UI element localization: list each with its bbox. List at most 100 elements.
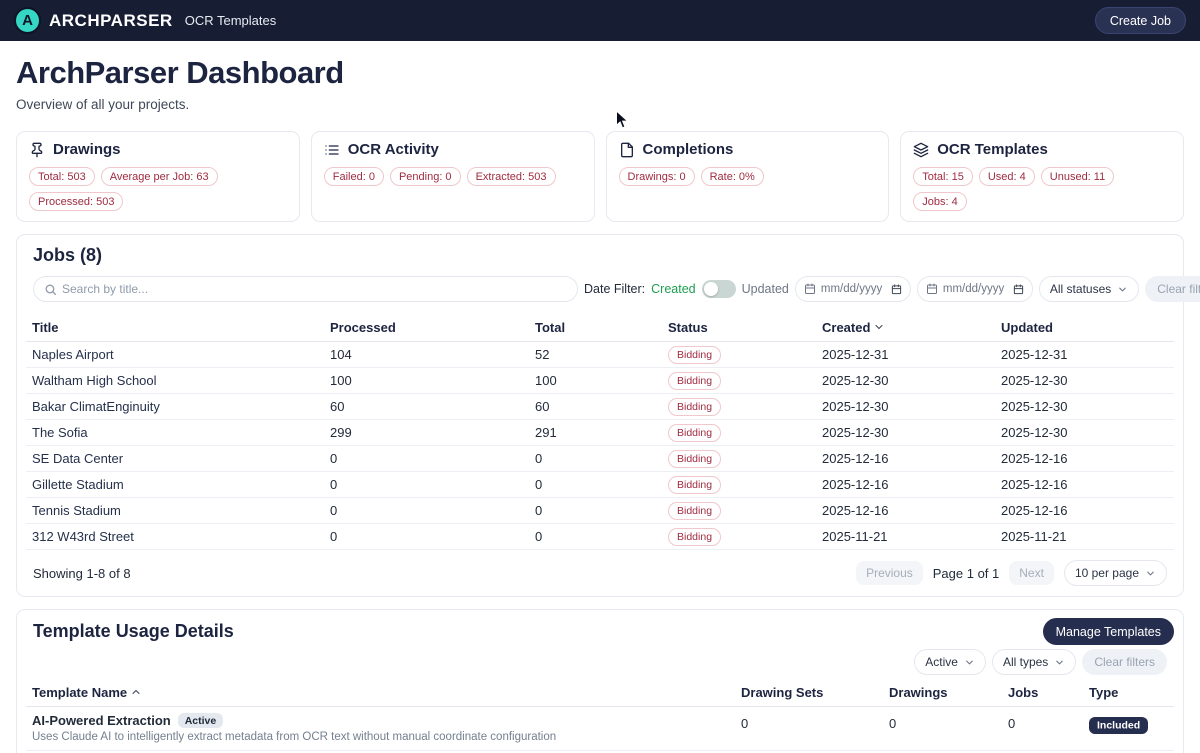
table-header-row: Template Name Drawing Sets Drawings Jobs…: [26, 679, 1174, 707]
calendar-picker-icon[interactable]: [1013, 284, 1024, 295]
stat-badge: Processed: 503: [29, 192, 123, 211]
active-badge: Active: [178, 713, 224, 728]
job-row[interactable]: Waltham High School 100 100 Bidding 2025…: [26, 368, 1174, 394]
updated-toggle-label[interactable]: Updated: [742, 282, 789, 296]
active-filter-select[interactable]: Active: [914, 649, 986, 675]
status-filter-select[interactable]: All statuses: [1039, 276, 1139, 302]
cell-processed: 299: [324, 420, 529, 446]
job-title-link[interactable]: Gillette Stadium: [32, 477, 124, 492]
date-filter-label: Date Filter:: [584, 282, 645, 296]
column-header-type[interactable]: Type: [1083, 679, 1174, 707]
manage-templates-button[interactable]: Manage Templates: [1043, 618, 1174, 645]
list-icon: [324, 142, 340, 158]
previous-page-button[interactable]: Previous: [856, 561, 923, 585]
job-row[interactable]: Tennis Stadium 0 0 Bidding 2025-12-16 20…: [26, 498, 1174, 524]
job-title-link[interactable]: Tennis Stadium: [32, 503, 121, 518]
job-title-link[interactable]: Waltham High School: [32, 373, 157, 388]
chevron-down-icon: [1145, 568, 1156, 579]
stat-card-title: OCR Activity: [348, 141, 439, 158]
cell-total: 0: [529, 472, 662, 498]
chevron-down-icon: [1117, 284, 1128, 295]
search-input[interactable]: [62, 282, 567, 296]
cell-created: 2025-12-30: [816, 394, 995, 420]
cell-total: 291: [529, 420, 662, 446]
active-filter-value: Active: [925, 655, 958, 669]
calendar-picker-icon[interactable]: [891, 284, 902, 295]
calendar-icon: [804, 283, 816, 295]
job-title-link[interactable]: 312 W43rd Street: [32, 529, 134, 544]
job-row[interactable]: Gillette Stadium 0 0 Bidding 2025-12-16 …: [26, 472, 1174, 498]
created-toggle-label[interactable]: Created: [651, 282, 695, 296]
status-badge: Bidding: [668, 450, 721, 468]
stat-card-ocr-activity: OCR Activity Failed: 0 Pending: 0 Extrac…: [311, 131, 595, 222]
clear-filters-button[interactable]: Clear filters: [1145, 276, 1200, 302]
cell-processed: 0: [324, 472, 529, 498]
job-title-link[interactable]: The Sofia: [32, 425, 88, 440]
stat-badge: Unused: 11: [1041, 167, 1114, 186]
job-row[interactable]: Naples Airport 104 52 Bidding 2025-12-31…: [26, 342, 1174, 368]
stat-badges: Total: 503 Average per Job: 63 Processed…: [29, 167, 287, 211]
brand[interactable]: A ARCHPARSER: [14, 7, 173, 34]
cell-updated: 2025-12-30: [995, 420, 1174, 446]
column-header-processed[interactable]: Processed: [324, 314, 529, 342]
date-to-input[interactable]: mm/dd/yyyy: [917, 276, 1033, 302]
status-badge: Bidding: [668, 424, 721, 442]
jobs-title: Jobs (8): [26, 245, 1174, 266]
stat-card-ocr-templates: OCR Templates Total: 15 Used: 4 Unused: …: [900, 131, 1184, 222]
stat-card-title: Drawings: [53, 141, 121, 158]
cell-created: 2025-11-21: [816, 524, 995, 550]
top-bar: A ARCHPARSER OCR Templates Create Job: [0, 0, 1200, 41]
archparser-logo-icon: A: [14, 7, 41, 34]
column-header-jobs[interactable]: Jobs: [1002, 679, 1083, 707]
layers-icon: [913, 142, 929, 158]
column-header-drawings[interactable]: Drawings: [883, 679, 1002, 707]
search-box[interactable]: [33, 276, 578, 302]
sort-desc-icon: [873, 321, 885, 333]
cell-updated: 2025-12-31: [995, 342, 1174, 368]
chevron-down-icon: [964, 657, 975, 668]
next-page-button[interactable]: Next: [1009, 561, 1054, 585]
job-title-link[interactable]: Bakar ClimatEnginuity: [32, 399, 160, 414]
cell-processed: 60: [324, 394, 529, 420]
column-header-title[interactable]: Title: [26, 314, 324, 342]
clear-filters-button[interactable]: Clear filters: [1082, 649, 1167, 675]
stat-cards-row: Drawings Total: 503 Average per Job: 63 …: [16, 131, 1184, 222]
create-job-button[interactable]: Create Job: [1095, 7, 1186, 34]
stat-card-header: OCR Templates: [913, 141, 1171, 158]
job-row[interactable]: The Sofia 299 291 Bidding 2025-12-30 202…: [26, 420, 1174, 446]
date-filter-toggle[interactable]: [702, 280, 736, 298]
cell-total: 52: [529, 342, 662, 368]
template-row[interactable]: AI-Powered Extraction Active Uses Claude…: [26, 707, 1174, 751]
job-title-link[interactable]: SE Data Center: [32, 451, 123, 466]
table-header-row: Title Processed Total Status Created Upd…: [26, 314, 1174, 342]
job-row[interactable]: Bakar ClimatEnginuity 60 60 Bidding 2025…: [26, 394, 1174, 420]
cell-total: 100: [529, 368, 662, 394]
job-row[interactable]: SE Data Center 0 0 Bidding 2025-12-16 20…: [26, 446, 1174, 472]
column-header-total[interactable]: Total: [529, 314, 662, 342]
pushpin-icon: [29, 142, 45, 158]
status-badge: Bidding: [668, 528, 721, 546]
date-placeholder: mm/dd/yyyy: [943, 283, 1008, 295]
cell-total: 0: [529, 498, 662, 524]
per-page-select[interactable]: 10 per page: [1064, 560, 1167, 586]
job-title-link[interactable]: Naples Airport: [32, 347, 114, 362]
page-title: ArchParser Dashboard: [16, 55, 1184, 91]
cell-total: 60: [529, 394, 662, 420]
column-header-drawing-sets[interactable]: Drawing Sets: [735, 679, 883, 707]
column-header-status[interactable]: Status: [662, 314, 816, 342]
per-page-value: 10 per page: [1075, 566, 1139, 580]
brand-name: ARCHPARSER: [49, 11, 173, 31]
jobs-table: Title Processed Total Status Created Upd…: [26, 314, 1174, 550]
column-header-template-name[interactable]: Template Name: [26, 679, 735, 707]
stat-badge: Used: 4: [979, 167, 1035, 186]
date-from-input[interactable]: mm/dd/yyyy: [795, 276, 911, 302]
cell-processed: 0: [324, 498, 529, 524]
type-filter-select[interactable]: All types: [992, 649, 1076, 675]
stat-card-title: OCR Templates: [937, 141, 1048, 158]
job-row[interactable]: 312 W43rd Street 0 0 Bidding 2025-11-21 …: [26, 524, 1174, 550]
cell-total: 0: [529, 446, 662, 472]
column-header-updated[interactable]: Updated: [995, 314, 1174, 342]
column-header-created[interactable]: Created: [816, 314, 995, 342]
templates-table: Template Name Drawing Sets Drawings Jobs…: [26, 679, 1174, 753]
cell-processed: 0: [324, 524, 529, 550]
